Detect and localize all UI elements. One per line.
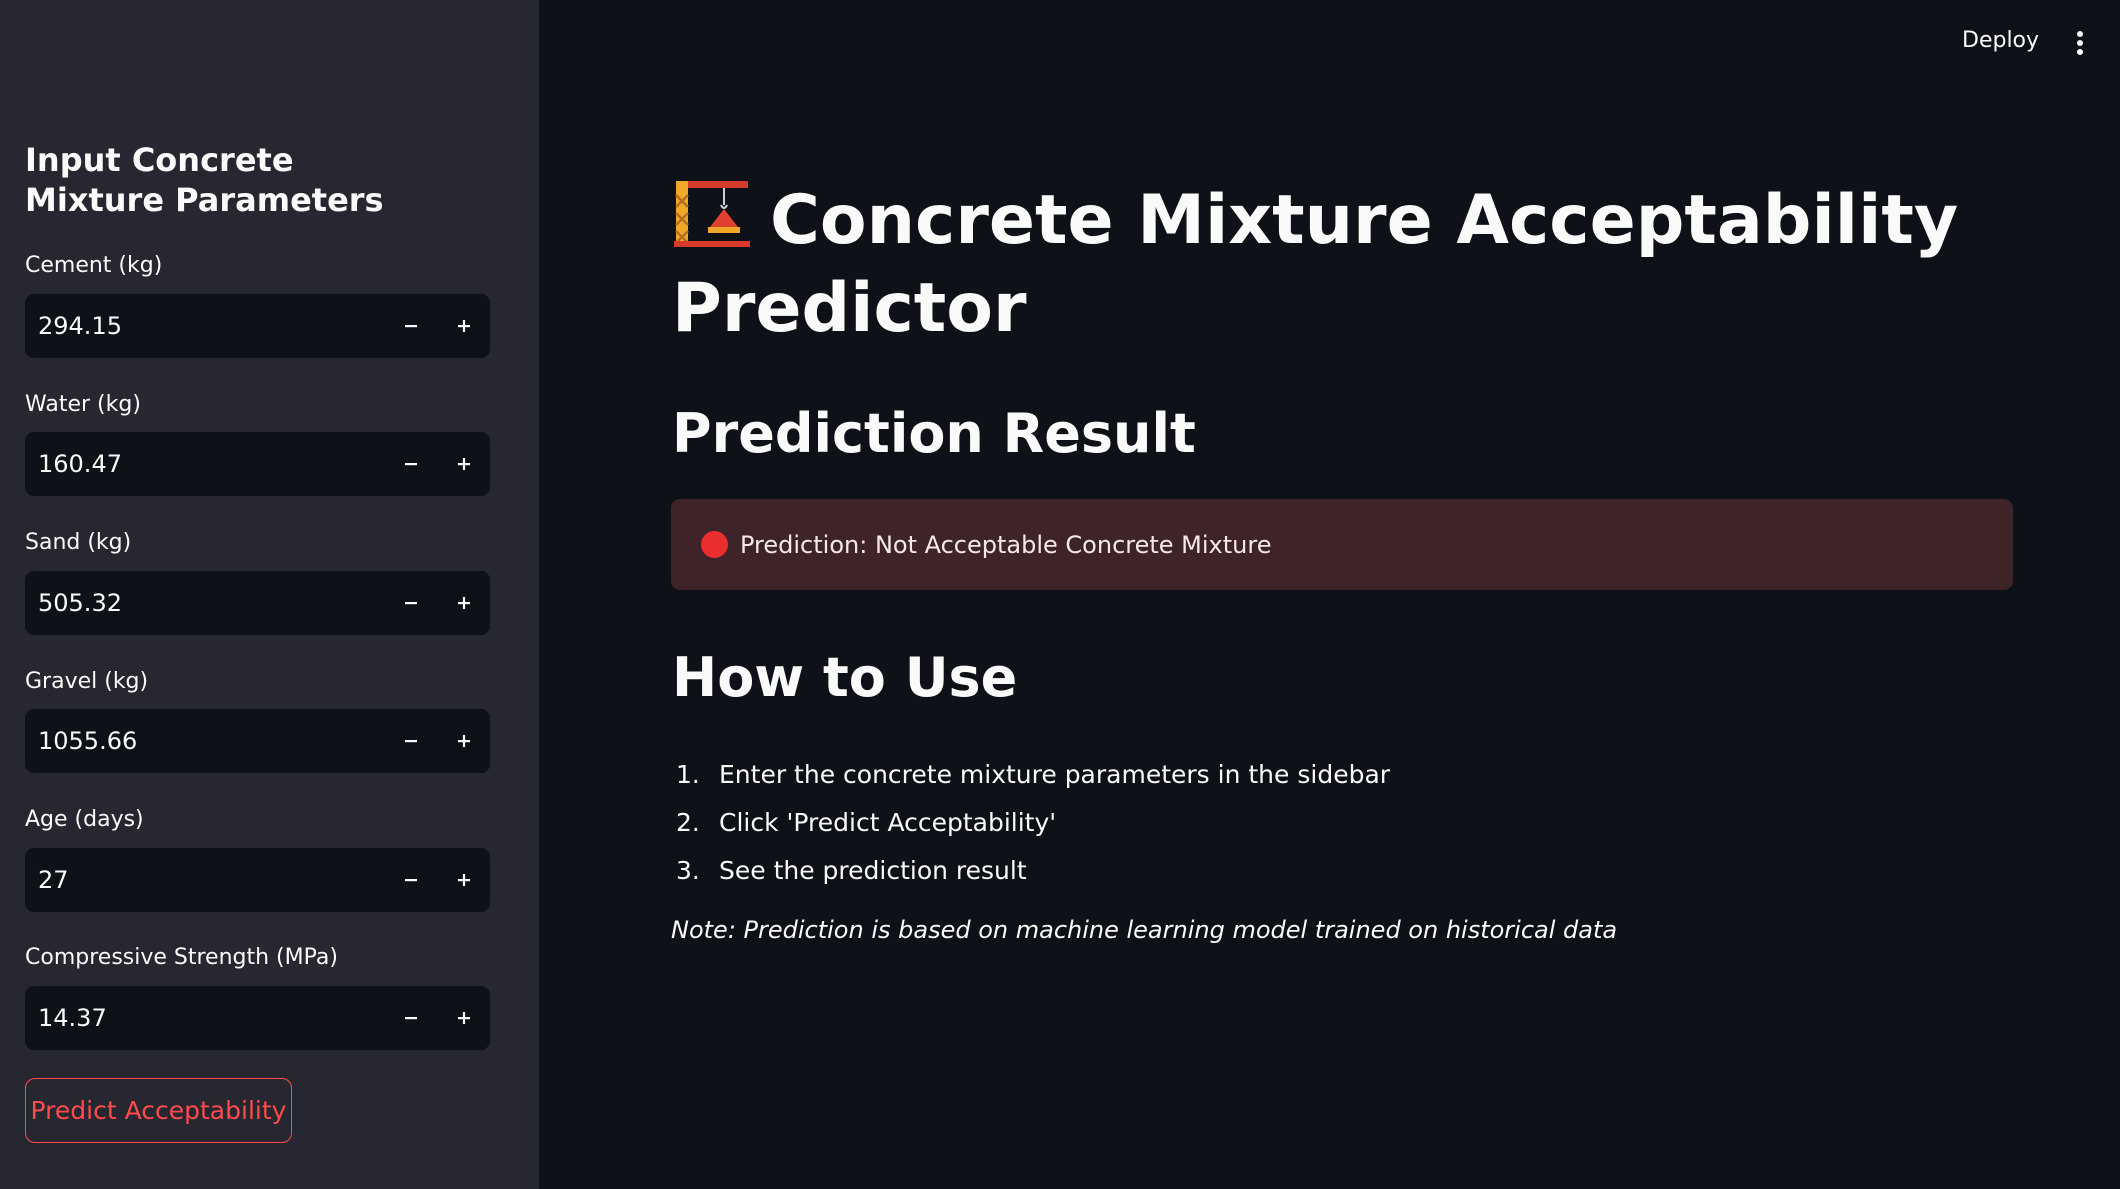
- water-increment-button[interactable]: [437, 432, 490, 496]
- cement-increment-button[interactable]: [437, 294, 490, 358]
- list-item-number: 1.: [676, 759, 700, 789]
- app: Input Concrete Mixture Parameters Cement…: [0, 0, 2120, 1189]
- plus-icon: [457, 735, 470, 747]
- minus-icon: [404, 602, 417, 605]
- plus-icon: [457, 874, 470, 886]
- steps-list: 1. Enter the concrete mixture parameters…: [676, 750, 1390, 894]
- minus-icon: [404, 879, 417, 882]
- sand-value[interactable]: 505.32: [25, 589, 384, 617]
- deploy-button[interactable]: Deploy: [1962, 28, 2039, 53]
- cement-decrement-button[interactable]: [384, 294, 437, 358]
- plus-icon: [457, 1012, 470, 1024]
- minus-icon: [404, 1017, 417, 1020]
- age-label: Age (days): [25, 807, 144, 832]
- gravel-increment-button[interactable]: [437, 709, 490, 773]
- water-value[interactable]: 160.47: [25, 450, 384, 478]
- sidebar: Input Concrete Mixture Parameters Cement…: [0, 0, 539, 1189]
- water-decrement-button[interactable]: [384, 432, 437, 496]
- cement-label: Cement (kg): [25, 253, 163, 278]
- water-input[interactable]: 160.47: [25, 432, 490, 496]
- page-title-text: Concrete Mixture Acceptability Predictor: [672, 181, 1959, 348]
- minus-icon: [404, 740, 417, 743]
- gravel-label: Gravel (kg): [25, 669, 149, 694]
- list-item-text: Click 'Predict Acceptability': [719, 807, 1057, 837]
- gravel-input[interactable]: 1055.66: [25, 709, 490, 773]
- note-text: Note: Prediction is based on machine lea…: [671, 916, 1618, 944]
- list-item-text: See the prediction result: [719, 855, 1027, 885]
- list-item: 1. Enter the concrete mixture parameters…: [676, 750, 1390, 798]
- strength-label: Compressive Strength (MPa): [25, 945, 338, 970]
- age-decrement-button[interactable]: [384, 848, 437, 912]
- more-vert-icon[interactable]: [2072, 30, 2088, 56]
- list-item: 2. Click 'Predict Acceptability': [676, 798, 1390, 846]
- plus-icon: [457, 458, 470, 470]
- list-item-number: 3.: [676, 855, 700, 885]
- sand-label: Sand (kg): [25, 530, 132, 555]
- predict-acceptability-button[interactable]: Predict Acceptability: [25, 1078, 292, 1143]
- strength-input[interactable]: 14.37: [25, 986, 490, 1050]
- strength-increment-button[interactable]: [437, 986, 490, 1050]
- prediction-alert-text: Prediction: Not Acceptable Concrete Mixt…: [740, 530, 1272, 559]
- minus-icon: [404, 325, 417, 328]
- result-heading: Prediction Result: [672, 402, 1196, 465]
- sand-increment-button[interactable]: [437, 571, 490, 635]
- prediction-alert: Prediction: Not Acceptable Concrete Mixt…: [671, 499, 2013, 590]
- cement-value[interactable]: 294.15: [25, 312, 384, 340]
- minus-icon: [404, 463, 417, 466]
- construction-crane-icon: [674, 181, 750, 247]
- water-label: Water (kg): [25, 392, 141, 417]
- sand-input[interactable]: 505.32: [25, 571, 490, 635]
- cement-input[interactable]: 294.15: [25, 294, 490, 358]
- strength-value[interactable]: 14.37: [25, 1004, 384, 1032]
- age-increment-button[interactable]: [437, 848, 490, 912]
- gravel-decrement-button[interactable]: [384, 709, 437, 773]
- page-title: Concrete Mixture Acceptability Predictor: [672, 175, 2072, 353]
- sidebar-title: Input Concrete Mixture Parameters: [25, 141, 384, 219]
- list-item-text: Enter the concrete mixture parameters in…: [719, 759, 1391, 789]
- red-circle-icon: [701, 531, 728, 558]
- plus-icon: [457, 597, 470, 609]
- howto-heading: How to Use: [672, 646, 1018, 709]
- list-item-number: 2.: [676, 807, 700, 837]
- age-input[interactable]: 27: [25, 848, 490, 912]
- strength-decrement-button[interactable]: [384, 986, 437, 1050]
- age-value[interactable]: 27: [25, 866, 384, 894]
- sand-decrement-button[interactable]: [384, 571, 437, 635]
- gravel-value[interactable]: 1055.66: [25, 727, 384, 755]
- plus-icon: [457, 320, 470, 332]
- list-item: 3. See the prediction result: [676, 846, 1390, 894]
